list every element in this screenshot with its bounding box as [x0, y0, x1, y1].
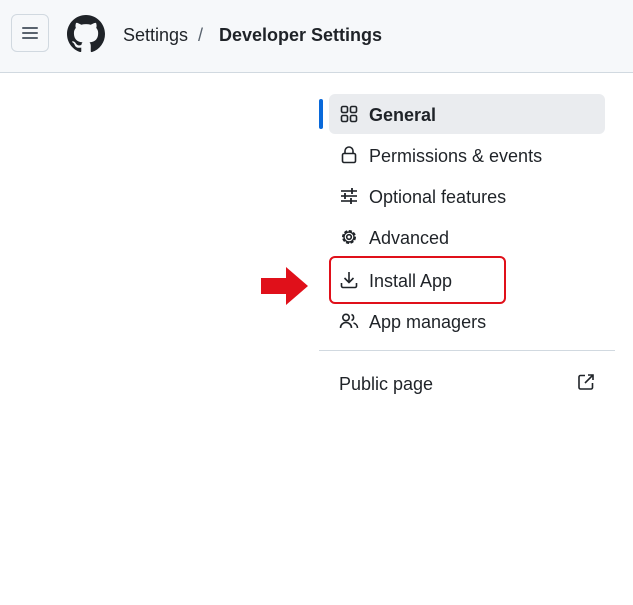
public-page-label: Public page: [339, 374, 434, 394]
sliders-icon: [341, 188, 357, 204]
nav-item-optional-features[interactable]: Optional features: [329, 176, 605, 216]
nav-item-label: General: [369, 105, 437, 125]
active-indicator: [319, 99, 323, 129]
gear-icon: [342, 230, 356, 244]
hamburger-icon: [22, 27, 38, 39]
nav-item-label: Advanced: [369, 228, 450, 248]
annotation-arrow-icon: [261, 267, 308, 305]
top-header: Settings / Developer Settings: [0, 0, 633, 73]
lock-icon: [341, 146, 357, 164]
apps-grid-icon: [340, 105, 358, 123]
nav-item-label: App managers: [369, 312, 487, 332]
install-app-highlight-box: [329, 256, 506, 304]
nav-divider: [319, 350, 615, 351]
nav-item-app-managers[interactable]: App managers: [329, 301, 605, 341]
menu-button[interactable]: [11, 14, 49, 52]
nav-item-advanced[interactable]: Advanced: [329, 217, 605, 257]
github-mark-icon[interactable]: [67, 15, 105, 53]
nav-item-general[interactable]: General: [329, 94, 605, 134]
breadcrumb-separator: /: [198, 25, 204, 45]
breadcrumb-settings-link[interactable]: Settings: [123, 24, 188, 46]
people-icon: [339, 313, 359, 329]
breadcrumb-current: Developer Settings: [219, 25, 383, 45]
public-page-link[interactable]: Public page: [329, 366, 605, 406]
nav-item-label: Optional features: [369, 187, 507, 207]
nav-item-permissions-events[interactable]: Permissions & events: [329, 135, 605, 175]
external-link-icon: [578, 374, 594, 390]
nav-item-label: Permissions & events: [369, 146, 543, 166]
